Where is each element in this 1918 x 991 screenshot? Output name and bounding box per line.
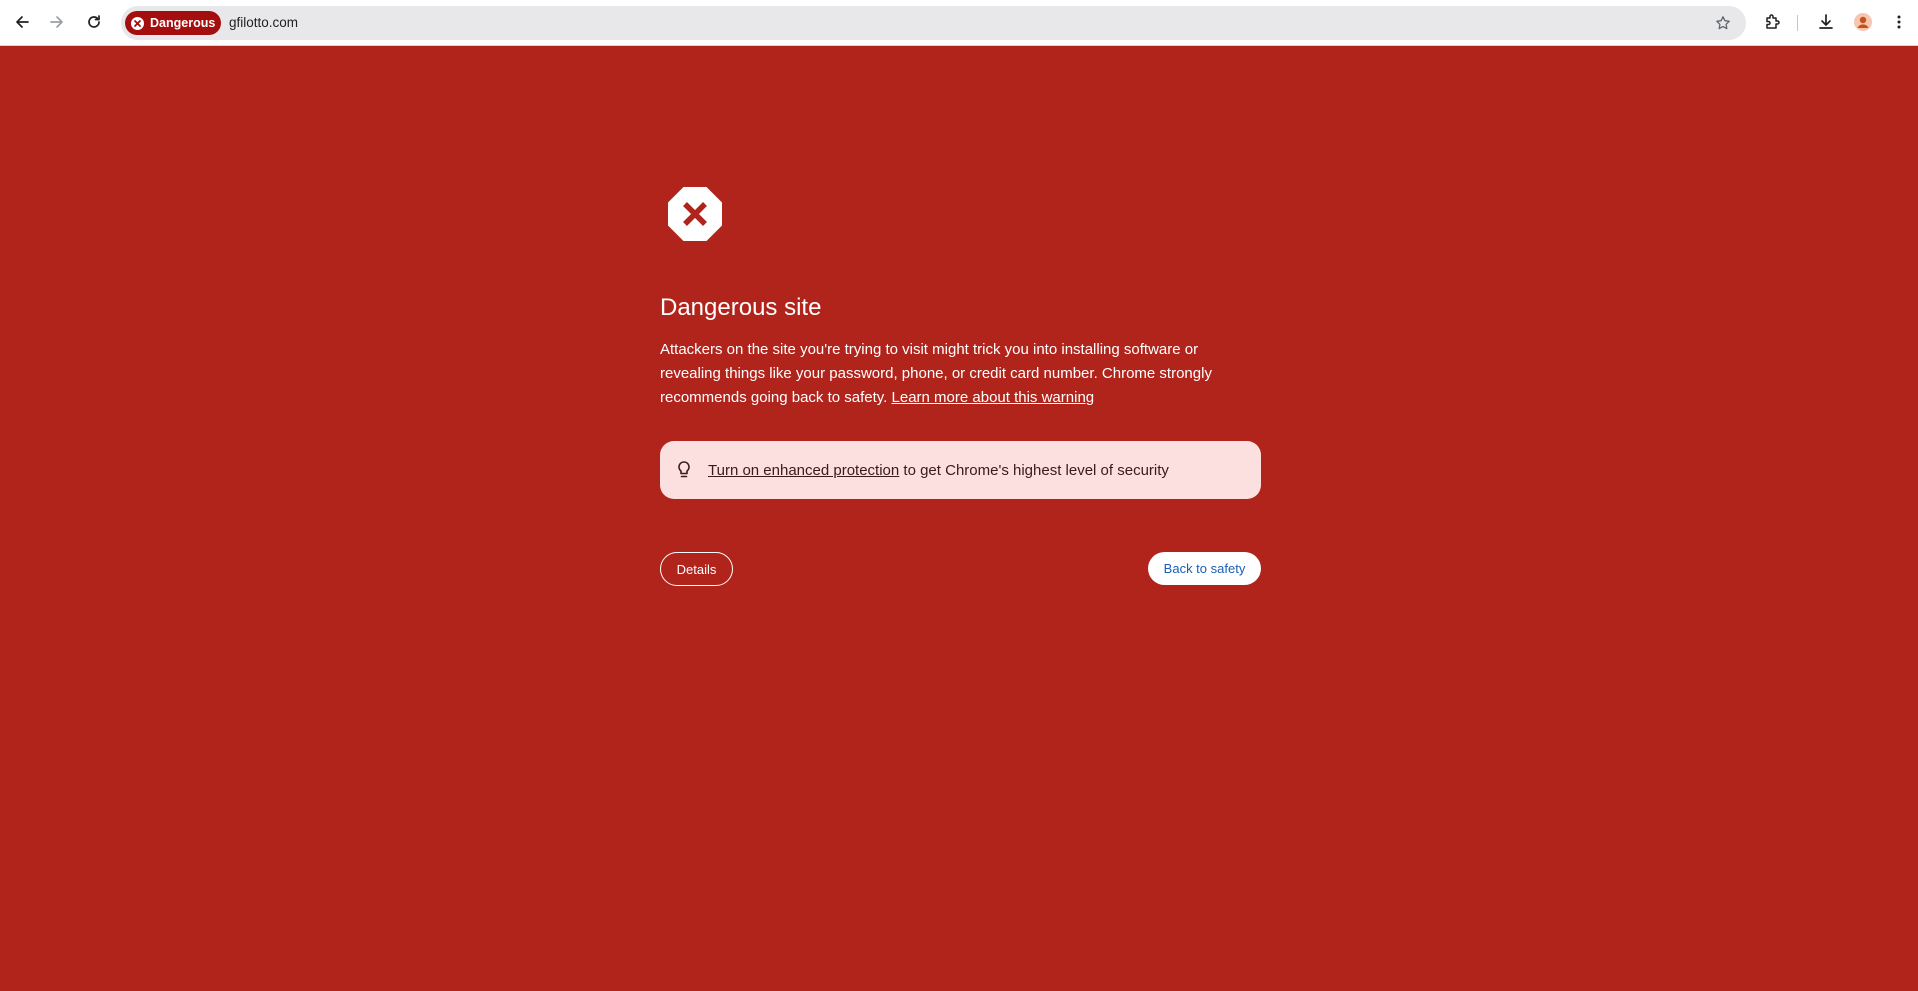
arrow-right-icon [50,16,63,28]
avatar-icon [1854,13,1872,31]
back-button[interactable] [7,7,37,37]
kebab-menu-icon [1897,15,1901,29]
address-bar[interactable]: Dangerous gfilotto.com [121,6,1746,40]
back-to-safety-button[interactable]: Back to safety [1148,552,1261,585]
warning-description: Attackers on the site you're trying to v… [660,338,1260,410]
error-circle-icon [131,16,144,30]
extensions-button[interactable] [1758,7,1788,37]
star-icon [1716,16,1730,30]
toolbar-divider [1797,15,1798,31]
profile-button[interactable] [1848,7,1878,37]
download-icon [1819,14,1833,29]
security-chip[interactable]: Dangerous [125,11,221,35]
arrow-left-icon [16,16,29,28]
protection-text: to get Chrome's highest level of securit… [899,461,1169,479]
enhanced-protection-banner: Turn on enhanced protection to get Chrom… [660,441,1261,499]
reload-icon [88,15,100,28]
reload-button[interactable] [79,7,109,37]
bookmark-button[interactable] [1708,8,1738,38]
security-chip-label: Dangerous [150,16,216,30]
lightbulb-icon [676,460,692,480]
details-button[interactable]: Details [660,552,733,586]
menu-button[interactable] [1884,7,1914,37]
forward-button[interactable] [42,7,72,37]
page-title: Dangerous site [660,294,822,321]
downloads-button[interactable] [1811,7,1841,37]
stop-sign-icon [668,187,722,241]
learn-more-link[interactable]: Learn more about this warning [892,389,1095,406]
protection-message: Turn on enhanced protection to get Chrom… [708,462,1169,479]
url-text[interactable]: gfilotto.com [229,15,298,30]
enhanced-protection-link[interactable]: Turn on enhanced protection [708,462,899,479]
browser-toolbar: Dangerous gfilotto.com [0,0,1918,46]
puzzle-icon [1766,14,1780,29]
